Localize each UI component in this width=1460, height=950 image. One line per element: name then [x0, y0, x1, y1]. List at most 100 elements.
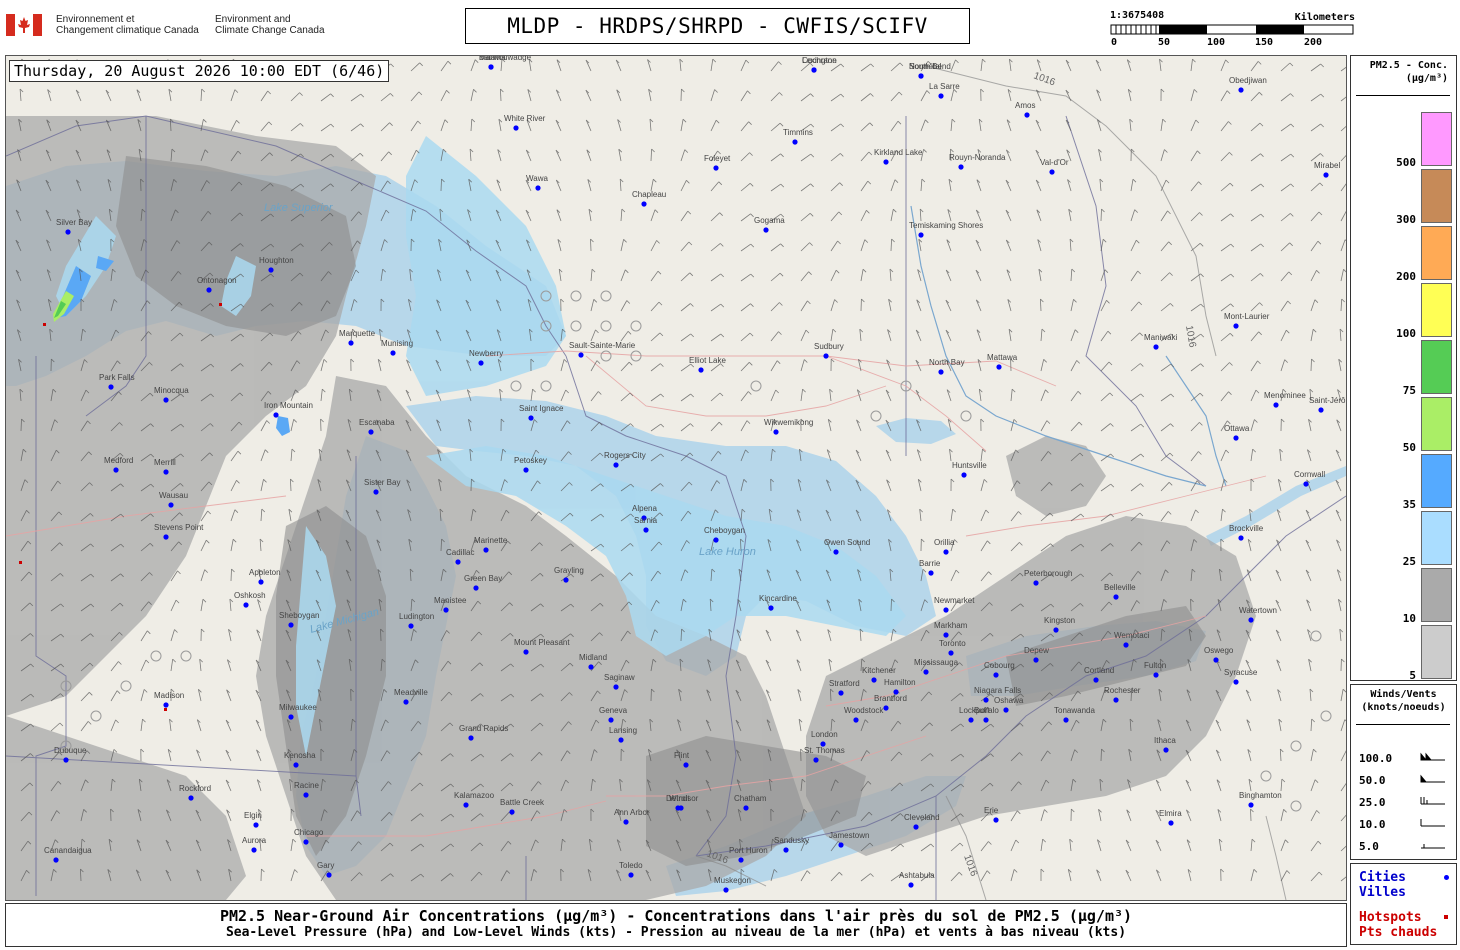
- map-canvas[interactable]: Lake Superior Lake Huron Lake Michigan 1…: [5, 55, 1347, 901]
- city-marker[interactable]: [871, 677, 877, 683]
- city-marker[interactable]: [293, 762, 299, 768]
- city-marker[interactable]: [913, 824, 919, 830]
- city-marker[interactable]: [1233, 323, 1239, 329]
- city-marker[interactable]: [403, 699, 409, 705]
- city-marker[interactable]: [1168, 820, 1174, 826]
- city-marker[interactable]: [251, 847, 257, 853]
- city-marker[interactable]: [1213, 657, 1219, 663]
- city-marker[interactable]: [943, 607, 949, 613]
- city-marker[interactable]: [1248, 802, 1254, 808]
- city-marker[interactable]: [478, 360, 484, 366]
- city-marker[interactable]: [1113, 594, 1119, 600]
- city-marker[interactable]: [838, 842, 844, 848]
- city-marker[interactable]: [528, 415, 534, 421]
- city-marker[interactable]: [938, 369, 944, 375]
- city-marker[interactable]: [618, 737, 624, 743]
- city-marker[interactable]: [853, 717, 859, 723]
- city-marker[interactable]: [588, 664, 594, 670]
- city-marker[interactable]: [833, 549, 839, 555]
- city-marker[interactable]: [113, 467, 119, 473]
- city-marker[interactable]: [368, 429, 374, 435]
- city-marker[interactable]: [1153, 344, 1159, 350]
- city-marker[interactable]: [908, 882, 914, 888]
- city-marker[interactable]: [288, 714, 294, 720]
- city-marker[interactable]: [923, 669, 929, 675]
- city-marker[interactable]: [163, 534, 169, 540]
- city-marker[interactable]: [258, 579, 264, 585]
- city-marker[interactable]: [993, 672, 999, 678]
- city-marker[interactable]: [1273, 402, 1279, 408]
- city-marker[interactable]: [723, 887, 729, 893]
- city-marker[interactable]: [390, 350, 396, 356]
- city-marker[interactable]: [1238, 535, 1244, 541]
- city-marker[interactable]: [738, 857, 744, 863]
- city-marker[interactable]: [608, 717, 614, 723]
- city-marker[interactable]: [1003, 707, 1009, 713]
- city-marker[interactable]: [983, 717, 989, 723]
- city-marker[interactable]: [163, 397, 169, 403]
- city-marker[interactable]: [1303, 481, 1309, 487]
- city-marker[interactable]: [918, 73, 924, 79]
- city-marker[interactable]: [1113, 697, 1119, 703]
- city-marker[interactable]: [641, 201, 647, 207]
- city-marker[interactable]: [983, 697, 989, 703]
- city-marker[interactable]: [455, 559, 461, 565]
- city-marker[interactable]: [253, 822, 259, 828]
- city-marker[interactable]: [578, 352, 584, 358]
- city-marker[interactable]: [811, 67, 817, 73]
- city-marker[interactable]: [483, 547, 489, 553]
- city-marker[interactable]: [948, 650, 954, 656]
- city-marker[interactable]: [713, 537, 719, 543]
- city-marker[interactable]: [683, 762, 689, 768]
- city-marker[interactable]: [763, 227, 769, 233]
- city-marker[interactable]: [678, 805, 684, 811]
- city-marker[interactable]: [928, 570, 934, 576]
- city-marker[interactable]: [1153, 672, 1159, 678]
- city-marker[interactable]: [792, 139, 798, 145]
- city-marker[interactable]: [535, 185, 541, 191]
- city-marker[interactable]: [943, 549, 949, 555]
- city-marker[interactable]: [643, 527, 649, 533]
- city-marker[interactable]: [1053, 627, 1059, 633]
- city-marker[interactable]: [918, 232, 924, 238]
- city-marker[interactable]: [443, 607, 449, 613]
- city-marker[interactable]: [883, 159, 889, 165]
- city-marker[interactable]: [206, 287, 212, 293]
- city-marker[interactable]: [698, 367, 704, 373]
- city-marker[interactable]: [938, 93, 944, 99]
- city-marker[interactable]: [273, 412, 279, 418]
- city-marker[interactable]: [1233, 435, 1239, 441]
- city-marker[interactable]: [623, 819, 629, 825]
- city-marker[interactable]: [1049, 169, 1055, 175]
- city-marker[interactable]: [1323, 172, 1329, 178]
- city-marker[interactable]: [773, 429, 779, 435]
- city-marker[interactable]: [348, 340, 354, 346]
- city-marker[interactable]: [968, 717, 974, 723]
- city-marker[interactable]: [303, 839, 309, 845]
- city-marker[interactable]: [1163, 747, 1169, 753]
- city-marker[interactable]: [468, 735, 474, 741]
- city-marker[interactable]: [326, 872, 332, 878]
- city-marker[interactable]: [823, 353, 829, 359]
- city-marker[interactable]: [1238, 87, 1244, 93]
- city-marker[interactable]: [513, 125, 519, 131]
- city-marker[interactable]: [1033, 657, 1039, 663]
- city-marker[interactable]: [523, 467, 529, 473]
- city-marker[interactable]: [1093, 677, 1099, 683]
- city-marker[interactable]: [613, 684, 619, 690]
- city-marker[interactable]: [108, 384, 114, 390]
- city-marker[interactable]: [463, 802, 469, 808]
- city-marker[interactable]: [63, 757, 69, 763]
- city-marker[interactable]: [613, 462, 619, 468]
- city-marker[interactable]: [943, 632, 949, 638]
- city-marker[interactable]: [473, 585, 479, 591]
- city-marker[interactable]: [168, 502, 174, 508]
- city-marker[interactable]: [743, 805, 749, 811]
- city-marker[interactable]: [303, 792, 309, 798]
- city-marker[interactable]: [1063, 717, 1069, 723]
- city-marker[interactable]: [163, 702, 169, 708]
- city-marker[interactable]: [163, 469, 169, 475]
- city-marker[interactable]: [628, 872, 634, 878]
- city-marker[interactable]: [488, 64, 494, 70]
- city-marker[interactable]: [373, 489, 379, 495]
